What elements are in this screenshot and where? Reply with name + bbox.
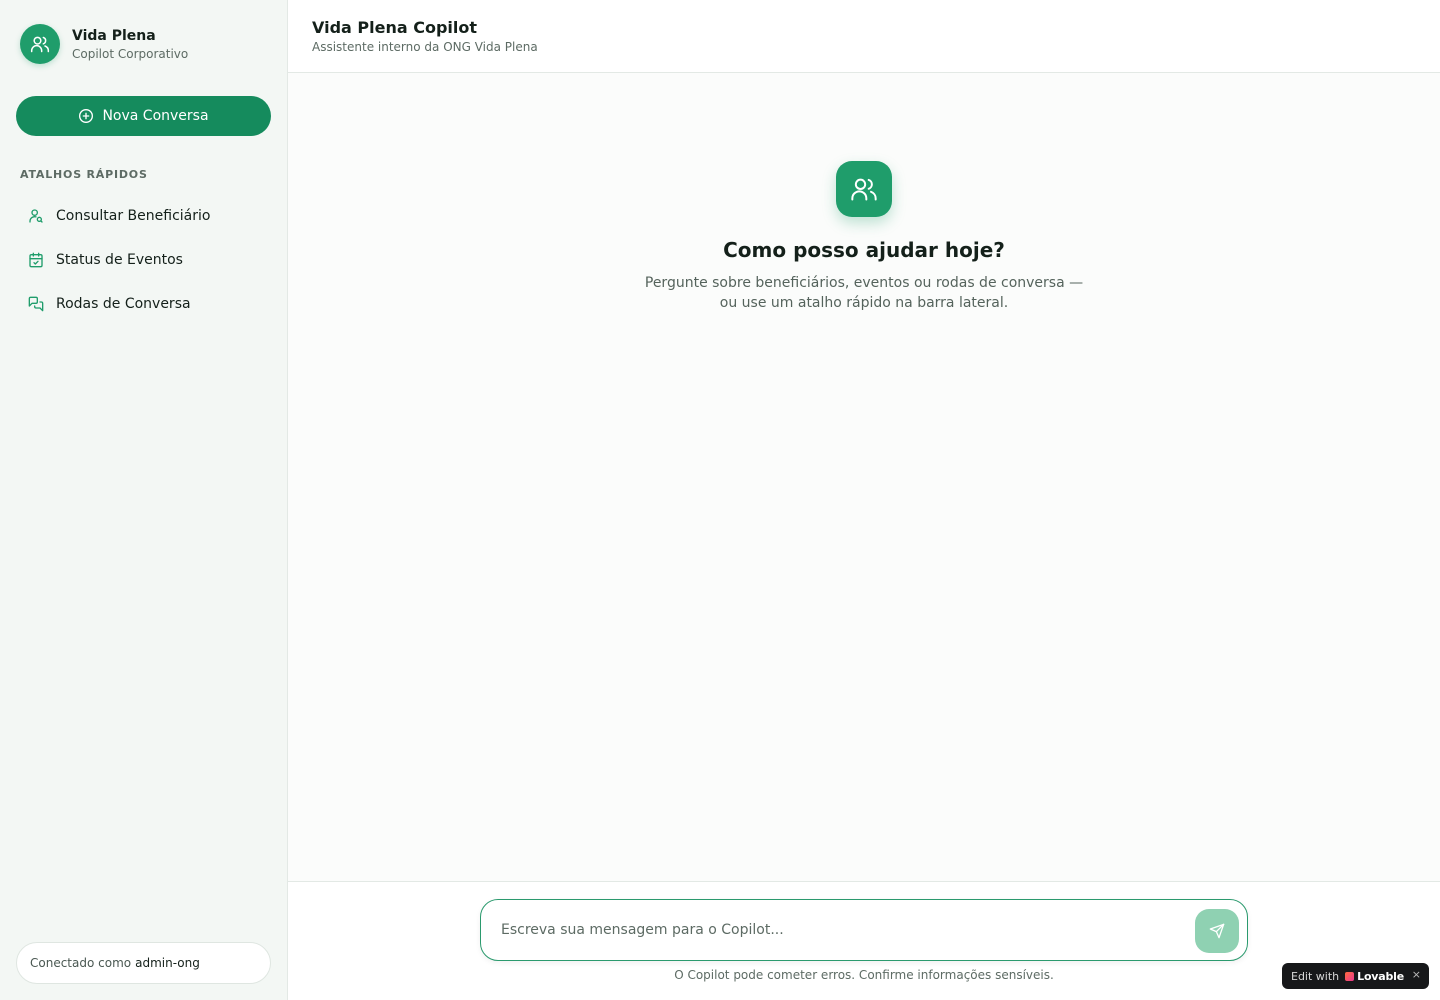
- chat-header: Vida Plena Copilot Assistente interno da…: [288, 0, 1440, 73]
- messages-icon: [28, 296, 44, 312]
- brand: Vida Plena Copilot Corporativo: [20, 24, 188, 64]
- connected-user: admin-ong: [135, 956, 200, 970]
- new-conversation-label: Nova Conversa: [102, 108, 209, 124]
- close-icon[interactable]: ×: [1412, 968, 1421, 981]
- shortcut-rodas-conversa[interactable]: Rodas de Conversa: [16, 282, 271, 326]
- lovable-logo-icon: [1345, 971, 1355, 981]
- edit-with-lovable-badge[interactable]: Edit with Lovable ×: [1282, 963, 1429, 989]
- new-conversation-button[interactable]: Nova Conversa: [16, 96, 271, 136]
- connection-prefix: Conectado como: [30, 956, 132, 970]
- disclaimer: O Copilot pode cometer erros. Confirme i…: [674, 968, 1054, 982]
- composer-area: O Copilot pode cometer erros. Confirme i…: [288, 881, 1440, 1000]
- empty-state-title: Como posso ajudar hoje?: [723, 238, 1005, 262]
- shortcut-status-eventos[interactable]: Status de Eventos: [16, 238, 271, 282]
- brand-subtitle: Copilot Corporativo: [72, 46, 189, 61]
- message-input[interactable]: [501, 900, 1181, 960]
- send-button[interactable]: [1195, 909, 1239, 953]
- shortcuts-section-label: ATALHOS RÁPIDOS: [20, 168, 148, 181]
- user-search-icon: [29, 209, 43, 223]
- page-subtitle: Assistente interno da ONG Vida Plena: [312, 40, 538, 54]
- badge-prefix: Edit with: [1291, 969, 1340, 983]
- users-icon: [836, 161, 892, 217]
- empty-state-description: Pergunte sobre beneficiários, eventos ou…: [644, 275, 1084, 311]
- plus-circle-icon: [79, 109, 94, 123]
- shortcuts-list: Consultar Beneficiário Status de Eventos…: [16, 194, 271, 326]
- page-title: Vida Plena Copilot: [312, 18, 478, 37]
- shortcut-consultar-beneficiario[interactable]: Consultar Beneficiário: [16, 194, 271, 238]
- brand-name: Vida Plena: [72, 27, 156, 44]
- badge-brand: Lovable: [1357, 969, 1405, 983]
- users-icon: [20, 24, 60, 64]
- calendar-check-icon: [29, 252, 43, 268]
- shortcut-label: Status de Eventos: [56, 252, 183, 268]
- message-composer: [480, 899, 1248, 961]
- shortcut-label: Consultar Beneficiário: [56, 208, 211, 224]
- sidebar: Vida Plena Copilot Corporativo Nova Conv…: [0, 0, 288, 1000]
- shortcut-label: Rodas de Conversa: [56, 296, 191, 312]
- connection-status: Conectado como admin-ong: [16, 942, 271, 984]
- send-icon: [1209, 923, 1225, 939]
